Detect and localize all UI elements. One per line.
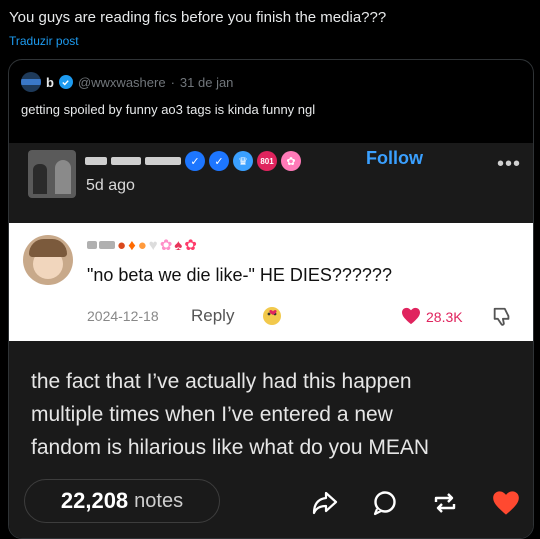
- tumblr-screenshot: ✓ ✓ ♛ 801 ✿ Follow ••• 5d ago ● ♦ ● ♥ ✿ …: [9, 143, 533, 538]
- post-text: You guys are reading fics before you fin…: [9, 9, 387, 26]
- more-options-icon[interactable]: •••: [497, 153, 521, 176]
- notes-count: 22,208: [60, 488, 129, 513]
- quote-header: b @wwxwashere · 31 de jan: [21, 72, 233, 92]
- verified-badge-icon: ✓: [185, 151, 205, 171]
- reply-meta: 2024-12-18 Reply 28.3K: [87, 305, 527, 329]
- peach-emoji-icon: ●: [137, 236, 147, 254]
- fire-emoji-icon: ♦: [128, 236, 136, 254]
- tumblr-post-header: ✓ ✓ ♛ 801 ✿ Follow ••• 5d ago: [9, 143, 533, 223]
- reply-user-row: ● ♦ ● ♥ ✿ ♠ ✿: [87, 235, 197, 255]
- quote-avatar[interactable]: [21, 72, 41, 92]
- quote-card[interactable]: b @wwxwashere · 31 de jan getting spoile…: [8, 59, 534, 539]
- verified-icon: [58, 75, 73, 89]
- blossom-emoji-icon: ✿: [159, 237, 173, 254]
- post-time-ago: 5d ago: [86, 177, 135, 194]
- heart-like-icon[interactable]: [492, 490, 520, 521]
- verified-badge-icon: ✓: [209, 151, 229, 171]
- comment-icon[interactable]: [371, 490, 399, 521]
- redacted-name-part: [85, 157, 107, 165]
- white-heart-emoji-icon: ♥: [148, 236, 158, 254]
- reply-button[interactable]: Reply: [191, 306, 234, 326]
- follow-button[interactable]: Follow: [366, 148, 423, 169]
- quote-author-name[interactable]: b: [46, 75, 54, 90]
- blog-avatar[interactable]: [28, 150, 76, 198]
- reply-avatar[interactable]: [23, 235, 73, 285]
- redacted-name-part: [111, 157, 141, 165]
- like-count: 28.3K: [426, 309, 463, 325]
- translate-link[interactable]: Traduzir post: [9, 34, 79, 48]
- post-body: the fact that I’ve actually had this hap…: [31, 365, 429, 464]
- crown-badge-icon: ♛: [233, 151, 253, 171]
- reblog-icon[interactable]: [431, 490, 459, 521]
- post-body-line: fandom is hilarious like what do you MEA…: [31, 436, 430, 459]
- quote-text: getting spoiled by funny ao3 tags is kin…: [21, 102, 316, 117]
- flower-badge-icon: ✿: [281, 151, 301, 171]
- redacted-name-part: [145, 157, 181, 165]
- post-body-line: multiple times when I’ve entered a new: [31, 403, 393, 426]
- quote-handle[interactable]: @wwxwashere: [78, 75, 166, 90]
- hibiscus-emoji-icon: ✿: [184, 237, 197, 254]
- quote-separator: ·: [170, 74, 175, 90]
- reply-date: 2024-12-18: [87, 308, 159, 324]
- yarn-emoji-icon: ●: [117, 236, 127, 254]
- quote-date[interactable]: 31 de jan: [180, 75, 234, 90]
- like-heart-icon[interactable]: [401, 307, 421, 330]
- reply-text: "no beta we die like-" HE DIES??????: [87, 265, 392, 285]
- reply-card: ● ♦ ● ♥ ✿ ♠ ✿ "no beta we die like-" HE …: [9, 223, 533, 341]
- post-footer: 22,208 notes: [9, 476, 533, 538]
- blog-name-redacted: ✓ ✓ ♛ 801 ✿: [85, 149, 301, 173]
- post-body-line: the fact that I’ve actually had this hap…: [31, 370, 412, 393]
- dislike-icon[interactable]: [491, 306, 513, 333]
- tulip-emoji-icon: ♠: [174, 236, 183, 254]
- redacted-name-part: [99, 241, 115, 249]
- reaction-emoji-icon[interactable]: [262, 305, 286, 327]
- share-icon[interactable]: [311, 490, 339, 521]
- notes-button[interactable]: 22,208 notes: [24, 479, 220, 523]
- notes-label: notes: [134, 489, 184, 512]
- number-badge-icon: 801: [257, 151, 277, 171]
- redacted-name-part: [87, 241, 97, 249]
